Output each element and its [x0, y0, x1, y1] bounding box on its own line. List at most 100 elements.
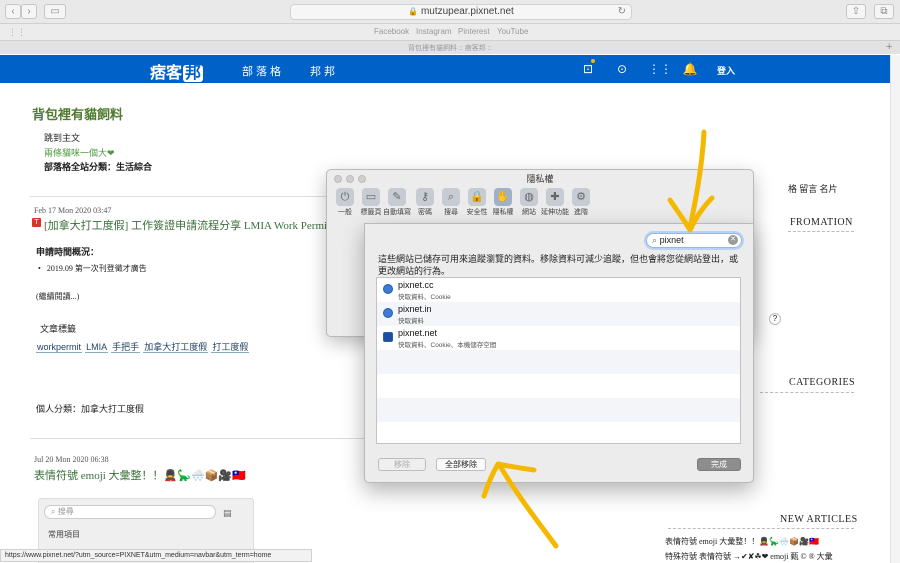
divider	[30, 438, 364, 439]
new-article-link[interactable]: 特殊符號 表情符號 →✔✘☘❤ emoji 甄 © ® 大彙	[665, 551, 855, 562]
divider	[788, 231, 854, 232]
list-empty-row	[377, 374, 740, 398]
read-more-link[interactable]: (繼續閱讀...)	[36, 291, 79, 302]
done-button[interactable]: 完成	[697, 458, 741, 471]
pencil-icon: ✎	[388, 188, 406, 206]
login-button[interactable]: 登入	[717, 64, 735, 77]
favorite-pinterest[interactable]: Pinterest	[458, 27, 490, 36]
tab-websites[interactable]: ◍ 網站	[515, 188, 543, 217]
remove-button[interactable]: 移除	[378, 458, 426, 471]
emoji-section-label: 常用項目	[48, 530, 80, 539]
blog-category[interactable]: 部落格全站分類：生活綜合	[44, 160, 152, 173]
list-item: • 2019.09 第一次刊登徵才廣告	[38, 264, 147, 273]
gear-icon: ⚙	[572, 188, 590, 206]
browser-toolbar: ‹ › ▭ 🔒 mutzupear.pixnet.net ↻ ⇧ ⧉	[0, 0, 900, 24]
divider	[30, 196, 326, 197]
bookmark-icon[interactable]: ⊡	[580, 61, 596, 77]
emoji-grid-toggle-icon[interactable]: ▤	[223, 508, 232, 519]
favorite-facebook[interactable]: Facebook	[374, 27, 409, 36]
tag-workpermit[interactable]: workpermit	[36, 342, 83, 353]
annotation-arrow-up	[481, 461, 559, 549]
pixnet-logo[interactable]: 痞客邦	[150, 59, 204, 83]
tabs-overview-button[interactable]: ⧉	[874, 4, 894, 19]
new-article-link[interactable]: 表情符號 emoji 大彙整！！💂🦕🌨️📦🎥🇹🇼	[665, 536, 819, 547]
tab-general[interactable]: ⏻ 一般	[331, 188, 359, 217]
page-scrollbar[interactable]	[890, 55, 900, 563]
list-item[interactable]: pixnet.in 快取資料	[377, 302, 740, 326]
sidebar-new-articles-heading: NEW ARTICLES	[780, 514, 858, 525]
tabs-icon: ▭	[362, 188, 380, 206]
sidebar-toggle-icon[interactable]: ▭	[44, 4, 66, 19]
help-button[interactable]: ?	[769, 313, 781, 325]
sidebar-categories-heading: CATEGORIES	[789, 377, 856, 388]
forward-button[interactable]: ›	[21, 4, 37, 19]
share-button[interactable]: ⇧	[846, 4, 866, 19]
globe-icon	[383, 308, 393, 318]
post-title[interactable]: [加拿大打工度假] 工作簽證申請流程分享 LMIA Work Permit 圖文	[44, 217, 326, 233]
reload-icon[interactable]: ↻	[618, 5, 626, 19]
tag-list: workpermit LMIA 手把手 加拿大打工度假 打工度假	[36, 340, 250, 353]
tab-passwords[interactable]: ⚷ 密碼	[411, 188, 439, 217]
tag-whv[interactable]: 打工度假	[211, 342, 250, 353]
tab-autofill[interactable]: ✎ 自動填寫	[383, 188, 411, 217]
tab-extensions[interactable]: ✚ 延伸功能	[541, 188, 569, 217]
lock-icon: 🔒	[468, 188, 486, 206]
hand-icon: ✋	[494, 188, 512, 206]
search-icon: ⌕	[51, 507, 56, 516]
status-bar-url: https://www.pixnet.net/?utm_source=PIXNE…	[0, 549, 312, 562]
back-button[interactable]: ‹	[5, 4, 21, 19]
tab-privacy[interactable]: ✋ 隱私權	[489, 188, 517, 217]
website-data-list[interactable]: pixnet.cc 快取資料、Cookie pixnet.in 快取資料 pix…	[376, 277, 741, 444]
list-item[interactable]: pixnet.net 快取資料、Cookie、本機儲存空間	[377, 326, 740, 350]
post-title[interactable]: 表情符號 emoji 大彙整！！💂🦕🌨️📦🎥🇹🇼	[34, 467, 246, 483]
globe-icon: ◍	[520, 188, 538, 206]
nav-bangbang-link[interactable]: 邦邦	[310, 63, 338, 79]
divider	[760, 392, 854, 393]
url-text: mutzupear.pixnet.net	[420, 6, 514, 17]
tab-title[interactable]: 背包裡有貓飼料 :: 痞客邦 ::	[408, 43, 492, 53]
personal-category[interactable]: 個人分類：加拿大打工度假	[36, 402, 144, 415]
blog-title[interactable]: 背包裡有貓飼料	[32, 104, 123, 123]
lock-icon: 🔒	[408, 7, 419, 16]
bell-icon[interactable]: 🔔	[682, 61, 698, 77]
list-item[interactable]: pixnet.cc 快取資料、Cookie	[377, 278, 740, 302]
pin-icon: T	[32, 218, 41, 227]
annotation-arrow-down	[667, 129, 715, 233]
nav-blog-link[interactable]: 部落格	[242, 63, 284, 79]
grid-icon[interactable]: ⋮⋮	[8, 27, 26, 38]
tab-search[interactable]: ⌕ 搜尋	[437, 188, 465, 217]
side-links[interactable]: 格 留言 名片	[788, 182, 838, 195]
skip-to-content-link[interactable]: 跳到主文	[44, 131, 80, 144]
blog-subtitle: 兩條貓咪一個大❤	[44, 148, 115, 158]
apps-grid-icon[interactable]: ⋮⋮	[648, 61, 672, 77]
tag-lmia[interactable]: LMIA	[85, 342, 109, 353]
sidebar-information-heading: FROMATION	[790, 217, 853, 228]
search-icon: ⌕	[652, 235, 658, 245]
tags-label: 文章標籤	[40, 324, 77, 334]
tag-canada-whv[interactable]: 加拿大打工度假	[143, 342, 209, 353]
list-empty-row	[377, 422, 740, 443]
key-icon: ⚷	[416, 188, 434, 206]
search-icon[interactable]: ⊙	[614, 61, 630, 77]
globe-icon	[383, 284, 393, 294]
tag-handholding[interactable]: 手把手	[111, 342, 141, 353]
new-tab-icon[interactable]: +	[886, 41, 892, 53]
switch-icon: ⏻	[336, 188, 354, 206]
favorite-youtube[interactable]: YouTube	[497, 27, 528, 36]
emoji-search-input[interactable]: ⌕ 搜尋	[44, 505, 216, 519]
pixnet-navbar: 痞客邦 部落格 邦邦 ⊡ ⊙ ⋮⋮ 🔔 登入	[0, 55, 890, 83]
tab-bar: 背包裡有貓飼料 :: 痞客邦 :: +	[0, 40, 900, 54]
favorite-instagram[interactable]: Instagram	[416, 27, 452, 36]
tab-advanced[interactable]: ⚙ 進階	[567, 188, 595, 217]
favorites-bar: ⋮⋮ Facebook Instagram Pinterest YouTube	[0, 24, 900, 40]
post-section-heading: 申請時間概況：	[36, 247, 100, 257]
tab-tabs[interactable]: ▭ 標籤頁	[357, 188, 385, 217]
database-icon	[383, 332, 393, 342]
website-data-description: 這些網站已儲存可用來追蹤瀏覽的資料。移除資料可減少追蹤，但也會將您從網站登出，或…	[378, 254, 739, 276]
tab-security[interactable]: 🔒 安全性	[463, 188, 491, 217]
divider	[668, 528, 854, 529]
address-bar[interactable]: 🔒 mutzupear.pixnet.net ↻	[290, 4, 632, 20]
list-empty-row	[377, 350, 740, 374]
clear-search-icon[interactable]: ✕	[728, 235, 738, 245]
list-empty-row	[377, 398, 740, 422]
